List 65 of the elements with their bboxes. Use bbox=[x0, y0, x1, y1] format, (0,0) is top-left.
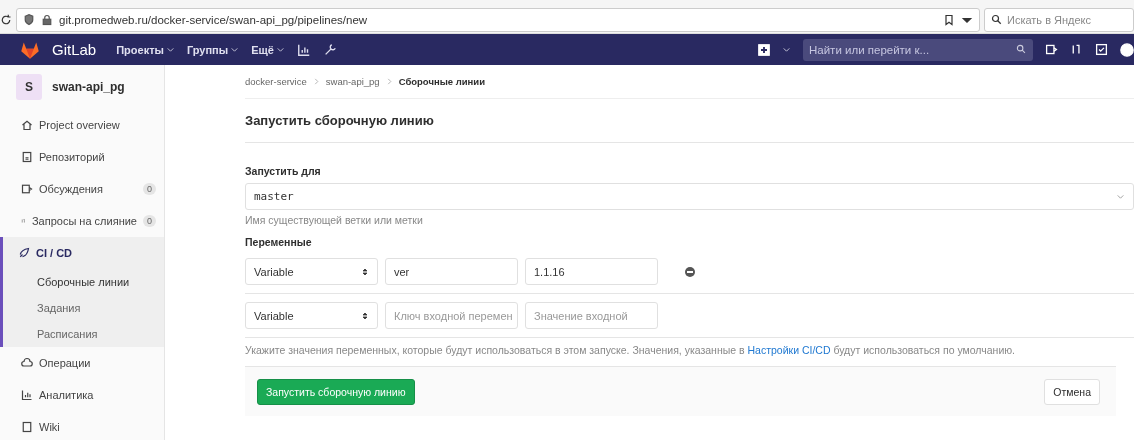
sidebar-item[interactable]: Project overview bbox=[3, 109, 164, 141]
lock-icon bbox=[41, 13, 53, 26]
sidebar-subitem[interactable]: Расписания bbox=[3, 321, 164, 347]
sort-arrows-icon bbox=[361, 311, 369, 320]
key-input[interactable]: ver bbox=[385, 258, 518, 285]
count-badge: 0 bbox=[143, 215, 156, 227]
sidebar-item[interactable]: Аналитика bbox=[3, 379, 164, 411]
sidebar-item[interactable]: Обсуждения 0 bbox=[3, 173, 164, 205]
brand-name[interactable]: GitLab bbox=[52, 41, 97, 58]
browser-search-field[interactable]: Искать в Яндекс bbox=[984, 7, 1134, 32]
address-bar[interactable]: git.promedweb.ru/docker-service/swan-api_pg/pipelines/new bbox=[16, 7, 980, 32]
chevron-down-icon bbox=[230, 45, 240, 54]
issues-icon bbox=[1045, 43, 1058, 56]
search-icon bbox=[991, 13, 1003, 26]
cloud-icon bbox=[21, 357, 33, 369]
chevron-down-icon bbox=[1116, 192, 1125, 201]
chevron-down-icon bbox=[165, 45, 175, 54]
type-select[interactable]: Variable bbox=[245, 258, 378, 285]
chevron-down-icon bbox=[275, 45, 285, 54]
breadcrumb-link[interactable]: swan-api_pg bbox=[325, 76, 380, 87]
settings-link[interactable]: Настройки CI/CD bbox=[747, 344, 831, 356]
sidebar-item[interactable]: Репозиторий bbox=[3, 141, 164, 173]
chevron-right-icon bbox=[385, 78, 393, 85]
nav-menu[interactable]: Ещё bbox=[251, 43, 285, 56]
type-select[interactable]: Variable bbox=[245, 302, 378, 329]
url-text: git.promedweb.ru/docker-service/swan-api_pg/pipelines/new bbox=[59, 13, 369, 26]
document-icon bbox=[21, 151, 33, 163]
sidebar-subitem[interactable]: Сборочные линии bbox=[3, 269, 164, 295]
chevron-down-icon bbox=[782, 45, 791, 54]
sidebar-item[interactable]: Wiki bbox=[3, 411, 164, 440]
field-hint: Имя существующей ветки или метки bbox=[245, 214, 424, 226]
bar-chart-icon bbox=[296, 42, 311, 57]
remove-button[interactable] bbox=[685, 266, 695, 277]
nav-menu[interactable]: Проекты bbox=[116, 43, 175, 56]
count-badge: 0 bbox=[143, 183, 156, 195]
breadcrumb-link[interactable]: Сборочные линии bbox=[398, 76, 485, 87]
nav-search-field[interactable]: Найти или перейти к... bbox=[803, 38, 1033, 61]
house-icon bbox=[21, 119, 33, 131]
search-icon bbox=[1016, 44, 1027, 55]
bookmark-icon bbox=[943, 13, 955, 26]
breadcrumb-link[interactable]: docker-service bbox=[245, 76, 307, 87]
field-label: Переменные bbox=[245, 236, 313, 248]
reload-icon bbox=[0, 13, 12, 26]
rocket-icon bbox=[18, 247, 30, 259]
cancel-button[interactable]: Отмена bbox=[1044, 378, 1100, 405]
sidebar-item[interactable]: CI / CD bbox=[3, 237, 164, 269]
branch-select[interactable]: master bbox=[245, 183, 1134, 210]
plus-square-icon bbox=[758, 43, 770, 56]
project-avatar: S bbox=[16, 74, 42, 100]
field-label: Запустить для bbox=[245, 165, 322, 177]
sidebar-item[interactable]: Операции bbox=[3, 347, 164, 379]
bar-chart-icon bbox=[21, 389, 33, 401]
book-icon bbox=[21, 421, 33, 433]
help-text: Укажите значения переменных, которые будут использоваться в этом запуске. Значения, указанные в Настройки CI/CD будут использоваться по умолчанию. bbox=[245, 344, 1017, 358]
project-name[interactable]: swan-api_pg bbox=[52, 80, 125, 94]
issues-icon bbox=[21, 183, 33, 195]
nav-menu[interactable]: Группы bbox=[186, 43, 240, 56]
sidebar-item[interactable]: Запросы на слияние 0 bbox=[3, 205, 164, 237]
shield-icon bbox=[23, 13, 35, 26]
value-input[interactable]: 1.1.16 bbox=[525, 258, 658, 285]
checkbox-icon bbox=[1095, 43, 1108, 56]
page-title: Запустить сборочную линию bbox=[245, 99, 1134, 143]
chevron-right-icon bbox=[312, 78, 320, 85]
sidebar-subitem[interactable]: Задания bbox=[3, 295, 164, 321]
sort-arrows-icon bbox=[361, 267, 369, 276]
